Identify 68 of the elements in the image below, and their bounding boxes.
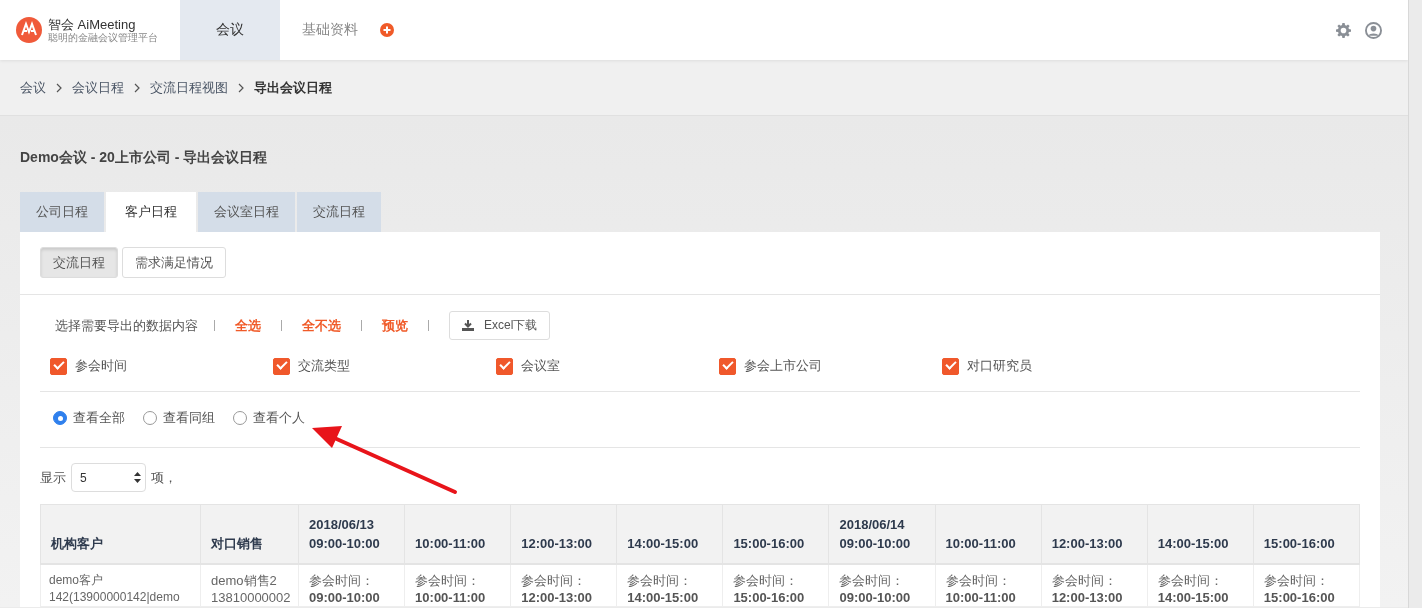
- add-icon[interactable]: [380, 23, 394, 37]
- page-size-select[interactable]: 5: [71, 463, 146, 492]
- table-cell: 参会时间： 09:00-10:00: [298, 564, 405, 607]
- radio-label: 查看全部: [73, 409, 125, 427]
- radio-label: 查看个人: [253, 409, 305, 427]
- column-header: 2018/06/13 09:00-10:00: [298, 504, 405, 564]
- radio-button[interactable]: [233, 411, 247, 425]
- sub-tab-button[interactable]: 交流日程: [40, 247, 118, 278]
- column-header: 15:00-16:00: [722, 504, 829, 564]
- breadcrumb-link[interactable]: 会议日程: [72, 78, 124, 97]
- table-cell: 参会时间： 14:00-15:00: [1147, 564, 1254, 607]
- checkbox-label: 参会时间: [75, 357, 127, 375]
- table-cell: demo销售2 13810000002: [200, 564, 299, 607]
- column-header: 10:00-11:00: [935, 504, 1042, 564]
- checkbox[interactable]: [942, 357, 959, 375]
- chevron-right-icon: [56, 82, 62, 93]
- items-label: 项，: [151, 468, 177, 487]
- checkbox-label: 会议室: [521, 357, 560, 375]
- export-prompt: 选择需要导出的数据内容: [55, 316, 198, 335]
- chevron-right-icon: [134, 82, 140, 93]
- column-header: 10:00-11:00: [404, 504, 511, 564]
- column-header: 14:00-15:00: [616, 504, 723, 564]
- radio-button[interactable]: [53, 411, 67, 425]
- column-header: 机构客户: [40, 504, 201, 564]
- checkbox-label: 对口研究员: [967, 357, 1032, 375]
- checkbox-label: 交流类型: [298, 357, 350, 375]
- table-cell: demo客户 142(13900000142|demo: [40, 564, 201, 607]
- column-header: 2018/06/14 09:00-10:00: [828, 504, 936, 564]
- page-title: Demo会议 - 20上市公司 - 导出会议日程: [20, 149, 269, 165]
- breadcrumb-link[interactable]: 会议: [20, 78, 46, 97]
- table-cell: 参会时间： 15:00-16:00: [722, 564, 829, 607]
- checkbox-label: 参会上市公司: [744, 357, 822, 375]
- chevron-right-icon: [238, 82, 244, 93]
- tab[interactable]: 会议室日程: [198, 192, 295, 232]
- brand-name: 智会 AiMeeting: [48, 17, 136, 32]
- brand-tagline: 聪明的金融会议管理平台: [48, 31, 158, 43]
- breadcrumb-link[interactable]: 交流日程视图: [150, 78, 228, 97]
- user-icon[interactable]: [1365, 21, 1382, 39]
- radio-button[interactable]: [143, 411, 157, 425]
- checkbox[interactable]: [496, 357, 513, 375]
- sort-arrows-icon: [134, 472, 141, 483]
- table-cell: 参会时间： 10:00-11:00: [935, 564, 1042, 607]
- column-header: 15:00-16:00: [1253, 504, 1360, 564]
- radio-label: 查看同组: [163, 409, 215, 427]
- checkbox[interactable]: [273, 357, 290, 375]
- checkbox[interactable]: [719, 357, 736, 375]
- show-label: 显示: [40, 468, 66, 487]
- table-cell: 参会时间： 12:00-13:00: [1041, 564, 1148, 607]
- download-icon: [462, 320, 474, 331]
- column-header: 对口销售: [200, 504, 299, 564]
- column-header: 12:00-13:00: [1041, 504, 1148, 564]
- table-cell: 参会时间： 09:00-10:00: [828, 564, 936, 607]
- sub-tab-button[interactable]: 需求满足情况: [122, 247, 226, 278]
- nav-tab[interactable]: 会议: [180, 0, 280, 60]
- column-header: 12:00-13:00: [510, 504, 617, 564]
- nav-tab[interactable]: 基础资料: [280, 0, 380, 60]
- table-cell: 参会时间： 14:00-15:00: [616, 564, 723, 607]
- logo-icon: [16, 17, 42, 43]
- checkbox[interactable]: [50, 357, 67, 375]
- tab[interactable]: 客户日程: [106, 192, 196, 232]
- table-cell: 参会时间： 15:00-16:00: [1253, 564, 1360, 607]
- column-header: 14:00-15:00: [1147, 504, 1254, 564]
- tab[interactable]: 交流日程: [297, 192, 381, 232]
- settings-icon[interactable]: [1336, 22, 1351, 38]
- table-cell: 参会时间： 10:00-11:00: [404, 564, 511, 607]
- tab[interactable]: 公司日程: [20, 192, 104, 232]
- table-cell: 参会时间： 12:00-13:00: [510, 564, 617, 607]
- excel-download-button[interactable]: Excel下载: [449, 311, 551, 340]
